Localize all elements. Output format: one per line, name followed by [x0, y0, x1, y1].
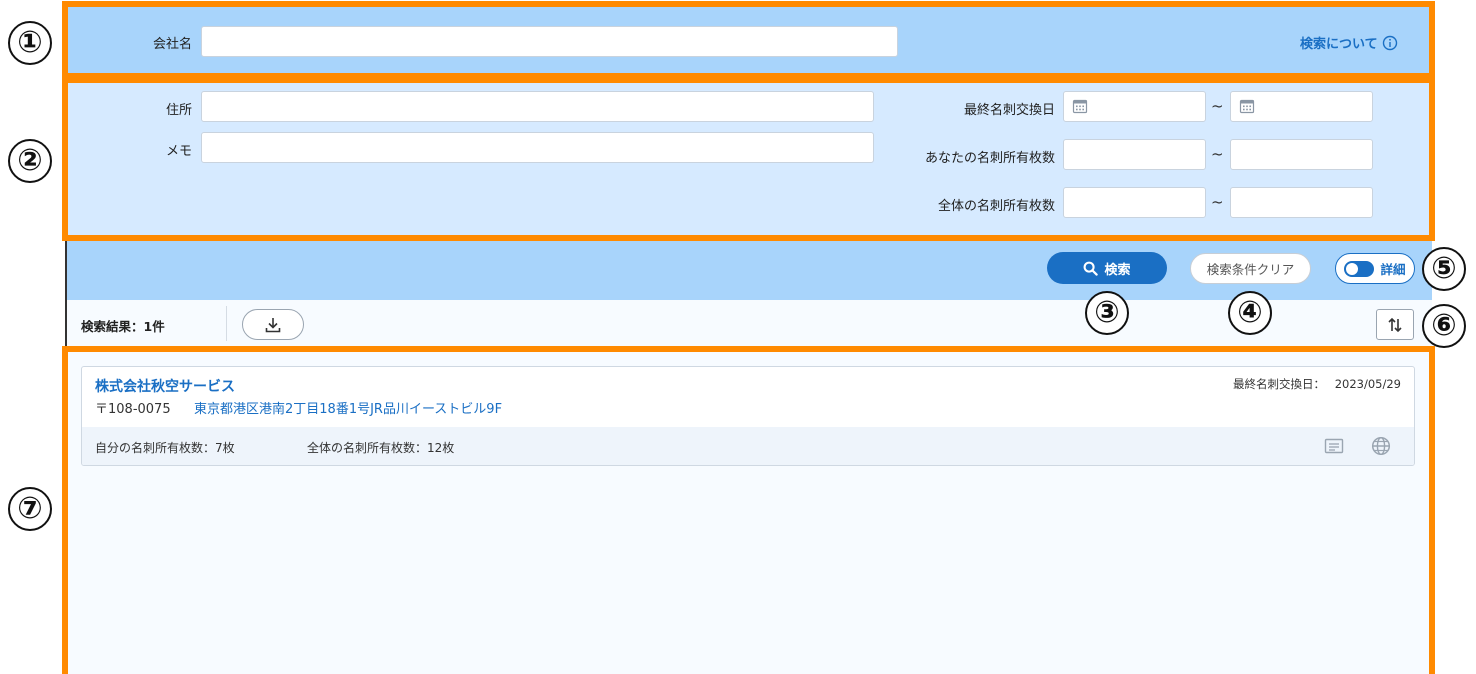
last-exchange-from[interactable]	[1063, 91, 1206, 122]
memo-label: メモ	[165, 144, 192, 159]
card-footer	[82, 427, 1414, 465]
globe-icon[interactable]	[1371, 436, 1391, 456]
calendar-icon	[1239, 99, 1255, 114]
annotation-5: ⑤	[1422, 247, 1466, 291]
annotation-3: ③	[1085, 291, 1129, 335]
all-cards-label: 全体の名刺所有枚数	[937, 199, 1055, 214]
annotation-4: ④	[1228, 291, 1272, 335]
annotation-6: ⑥	[1422, 304, 1466, 348]
last-exchange-info: 最終名刺交換日： 2023/05/29	[1233, 376, 1401, 392]
download-icon	[265, 317, 281, 332]
company-name-link[interactable]: 株式会社秋空サービス	[95, 376, 235, 396]
last-exchange-to[interactable]	[1230, 91, 1373, 122]
info-icon	[1382, 35, 1397, 50]
download-button[interactable]	[242, 309, 304, 340]
all-cards-from[interactable]	[1063, 187, 1206, 218]
clear-conditions-button[interactable]: 検索条件クリア	[1190, 253, 1311, 284]
last-exchange-info-label: 最終名刺交換日：	[1233, 377, 1326, 391]
your-cards-from[interactable]	[1063, 139, 1206, 170]
search-button-label: 検索	[1104, 262, 1131, 278]
all-cards-to[interactable]	[1230, 187, 1373, 218]
address-link[interactable]: 東京都港区港南2丁目18番1号JR品川イーストビル9F	[194, 398, 502, 417]
last-exchange-label: 最終名刺交換日	[963, 103, 1055, 118]
business-card-icon[interactable]	[1324, 437, 1344, 455]
company-input[interactable]	[201, 26, 898, 57]
calendar-icon	[1072, 99, 1088, 114]
address-label: 住所	[165, 103, 192, 118]
address-input[interactable]	[201, 91, 874, 122]
detail-toggle-label: 詳細	[1380, 262, 1406, 277]
search-help-link[interactable]: 検索について	[1300, 33, 1398, 52]
search-button[interactable]: 検索	[1047, 252, 1167, 284]
annotation-1: ①	[8, 21, 52, 65]
own-card-count: 自分の名刺所有枚数：7枚	[95, 441, 235, 455]
annotation-2: ②	[8, 139, 52, 183]
sort-icon	[1388, 317, 1402, 332]
result-card[interactable]: 株式会社秋空サービス 〒108-0075 東京都港区港南2丁目18番1号JR品川…	[81, 366, 1415, 466]
memo-input[interactable]	[201, 132, 874, 163]
toggle-knob	[1346, 262, 1359, 275]
your-cards-to[interactable]	[1230, 139, 1373, 170]
results-divider	[226, 306, 227, 341]
result-count: 検索結果：1件	[81, 319, 165, 334]
search-icon	[1084, 261, 1099, 276]
postal-code: 〒108-0075	[95, 402, 171, 417]
sort-button[interactable]	[1376, 309, 1414, 340]
range-separator: ~	[1211, 97, 1224, 115]
your-cards-label: あなたの名刺所有枚数	[924, 151, 1055, 166]
toggle-switch	[1344, 260, 1375, 277]
range-separator: ~	[1211, 145, 1224, 163]
range-separator: ~	[1211, 193, 1224, 211]
last-exchange-date: 2023/05/29	[1334, 377, 1401, 391]
company-label: 会社名	[152, 37, 192, 52]
all-card-count: 全体の名刺所有枚数：12枚	[307, 441, 455, 455]
detail-toggle[interactable]: 詳細	[1335, 253, 1415, 284]
annotation-7: ⑦	[8, 487, 52, 531]
search-help-label: 検索について	[1300, 37, 1378, 52]
